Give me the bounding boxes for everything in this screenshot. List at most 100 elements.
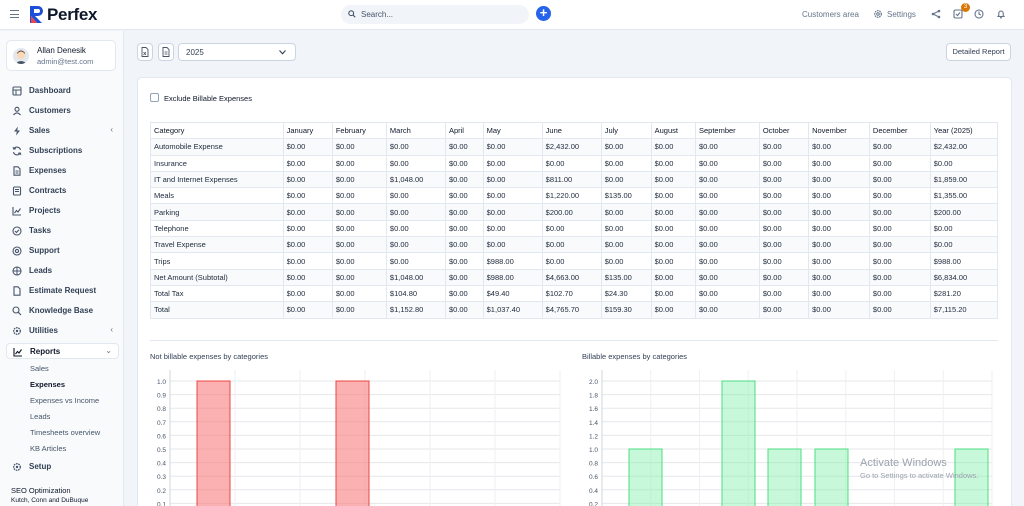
table-cell: $0.00 (282, 284, 333, 303)
table-cell: $0.00 (444, 301, 484, 319)
chart-bar[interactable] (767, 448, 802, 506)
table-cell: $1,859.00 (929, 170, 999, 189)
table-cell: $0.00 (868, 170, 931, 189)
table-cell: $0.00 (868, 301, 931, 319)
sidebar-item-estimate-request[interactable]: Estimate Request (6, 283, 119, 299)
sidebar-item-sales[interactable]: Sales ‹ (6, 123, 119, 139)
table-cell: $0.00 (650, 284, 696, 303)
sidebar-item-contracts[interactable]: Contracts (6, 183, 119, 199)
sidebar-item-reports[interactable]: Reports ⌄ (6, 343, 119, 359)
share-icon[interactable] (931, 9, 941, 19)
chart-bar[interactable] (721, 380, 756, 506)
logo-text: Perfex (47, 5, 98, 24)
exclude-billable-label[interactable]: Exclude Billable Expenses (164, 94, 252, 103)
company-subtitle: Kutch, Conn and DuBuque (11, 497, 89, 504)
table-cell: $1,048.00 (385, 170, 446, 189)
settings-link[interactable]: Settings (887, 10, 916, 19)
table-cell: $104.80 (385, 284, 446, 303)
sidebar-item-customers[interactable]: Customers (6, 103, 119, 119)
table-cell: $0.00 (541, 252, 602, 270)
sidebar-item-projects[interactable]: Projects (6, 203, 119, 219)
file-icon (13, 286, 21, 296)
table-cell: $0.00 (929, 154, 999, 172)
reports-sub-expenses[interactable]: Expenses (30, 380, 65, 389)
table-cell: $0.00 (694, 170, 760, 189)
table-cell: $0.00 (808, 170, 870, 189)
table-cell: $159.30 (600, 301, 652, 319)
table-cell: $0.00 (758, 170, 810, 189)
sidebar-item-dashboard[interactable]: Dashboard (6, 83, 119, 99)
sidebar-item-support[interactable]: Support (6, 243, 119, 259)
detailed-report-button[interactable]: Detailed Report (946, 43, 1011, 61)
sidebar-item-subscriptions[interactable]: Subscriptions (6, 143, 119, 159)
user-email: admin@test.com (37, 57, 94, 66)
cog-icon (13, 463, 21, 471)
chart-bar[interactable] (196, 380, 231, 506)
column-header: November (808, 121, 870, 140)
avatar (13, 48, 29, 64)
sidebar-item-label: Subscriptions (29, 146, 83, 155)
table-row: Automobile Expense $0.00 $0.00 $0.00 $0.00 $0… (150, 138, 999, 156)
chevron-left-icon: ‹ (110, 325, 113, 334)
sidebar-item-expenses[interactable]: Expenses (6, 163, 119, 179)
user-icon (13, 106, 21, 116)
table-cell: $0.00 (444, 252, 484, 270)
table-cell: $988.00 (482, 252, 543, 270)
sidebar-item-label: Knowledge Base (29, 306, 94, 315)
reports-sub-sales[interactable]: Sales (30, 364, 49, 373)
menu-icon[interactable] (10, 10, 19, 18)
reports-sub-expenses-vs-income[interactable]: Expenses vs Income (30, 396, 99, 405)
table-row: Total Tax $0.00 $0.00 $104.80 $0.00 $49.40 $10… (150, 284, 999, 303)
table-cell: $0.00 (650, 268, 696, 286)
quick-create-button[interactable]: + (536, 6, 551, 21)
gear-icon[interactable] (873, 9, 883, 19)
clock-icon[interactable] (974, 9, 984, 19)
table-cell: $0.00 (600, 236, 652, 254)
exclude-billable-checkbox[interactable] (150, 93, 159, 102)
contract-icon (12, 186, 22, 196)
top-navbar: Perfex + Customers area Settings 3 (0, 0, 1024, 30)
reports-sub-leads[interactable]: Leads (30, 412, 50, 421)
table-cell: $0.00 (868, 236, 931, 254)
reports-sub-kb-articles[interactable]: KB Articles (30, 444, 66, 453)
sidebar-item-knowledge-base[interactable]: Knowledge Base (6, 303, 119, 319)
table-cell: $0.00 (385, 252, 446, 270)
table-cell: $0.00 (808, 154, 870, 172)
export-pdf-button[interactable] (158, 43, 174, 61)
customers-area-link[interactable]: Customers area (802, 10, 859, 19)
sidebar-item-label: Leads (29, 266, 53, 275)
reports-sub-timesheets[interactable]: Timesheets overview (30, 428, 100, 437)
table-row: Travel Expense $0.00 $0.00 $0.00 $0.00 $0.00 $… (150, 236, 999, 254)
watermark-title: Activate Windows (860, 457, 947, 469)
sidebar-item-label: Projects (29, 206, 61, 215)
sidebar-item-leads[interactable]: Leads (6, 263, 119, 279)
table-header-row: Category January February March April May June… (150, 121, 999, 140)
search-box[interactable] (341, 5, 529, 24)
table-cell: $0.00 (282, 187, 333, 205)
year-select[interactable]: 2025 (178, 43, 296, 61)
chart-bar[interactable] (628, 448, 663, 506)
sidebar-item-label: Estimate Request (29, 286, 97, 295)
export-excel-button[interactable] (137, 43, 153, 61)
y-tick-label: 0.8 (157, 406, 166, 413)
search-input[interactable] (361, 8, 521, 21)
chart-title-billable: Billable expenses by categories (582, 352, 688, 361)
table-cell: $0.00 (600, 219, 652, 238)
y-tick-label: 0.7 (157, 420, 166, 427)
user-card[interactable]: Allan Denesik admin@test.com (6, 40, 116, 71)
table-cell: $0.00 (808, 252, 870, 270)
table-cell: $0.00 (282, 154, 333, 172)
table-cell: $0.00 (482, 154, 543, 172)
table-cell: $0.00 (868, 138, 931, 156)
sidebar-item-tasks[interactable]: Tasks (6, 223, 119, 239)
table-cell: $0.00 (868, 154, 931, 172)
chevron-down-icon (279, 50, 286, 55)
y-tick-label: 0.4 (589, 488, 598, 495)
sidebar-item-utilities[interactable]: Utilities ‹ (6, 323, 119, 339)
sidebar-item-setup[interactable]: Setup (6, 459, 119, 475)
chart-bar[interactable] (814, 448, 849, 506)
table-cell: $0.00 (650, 203, 696, 221)
table-cell: $0.00 (282, 301, 333, 319)
chart-bar[interactable] (335, 380, 370, 506)
bell-icon[interactable] (996, 9, 1006, 19)
